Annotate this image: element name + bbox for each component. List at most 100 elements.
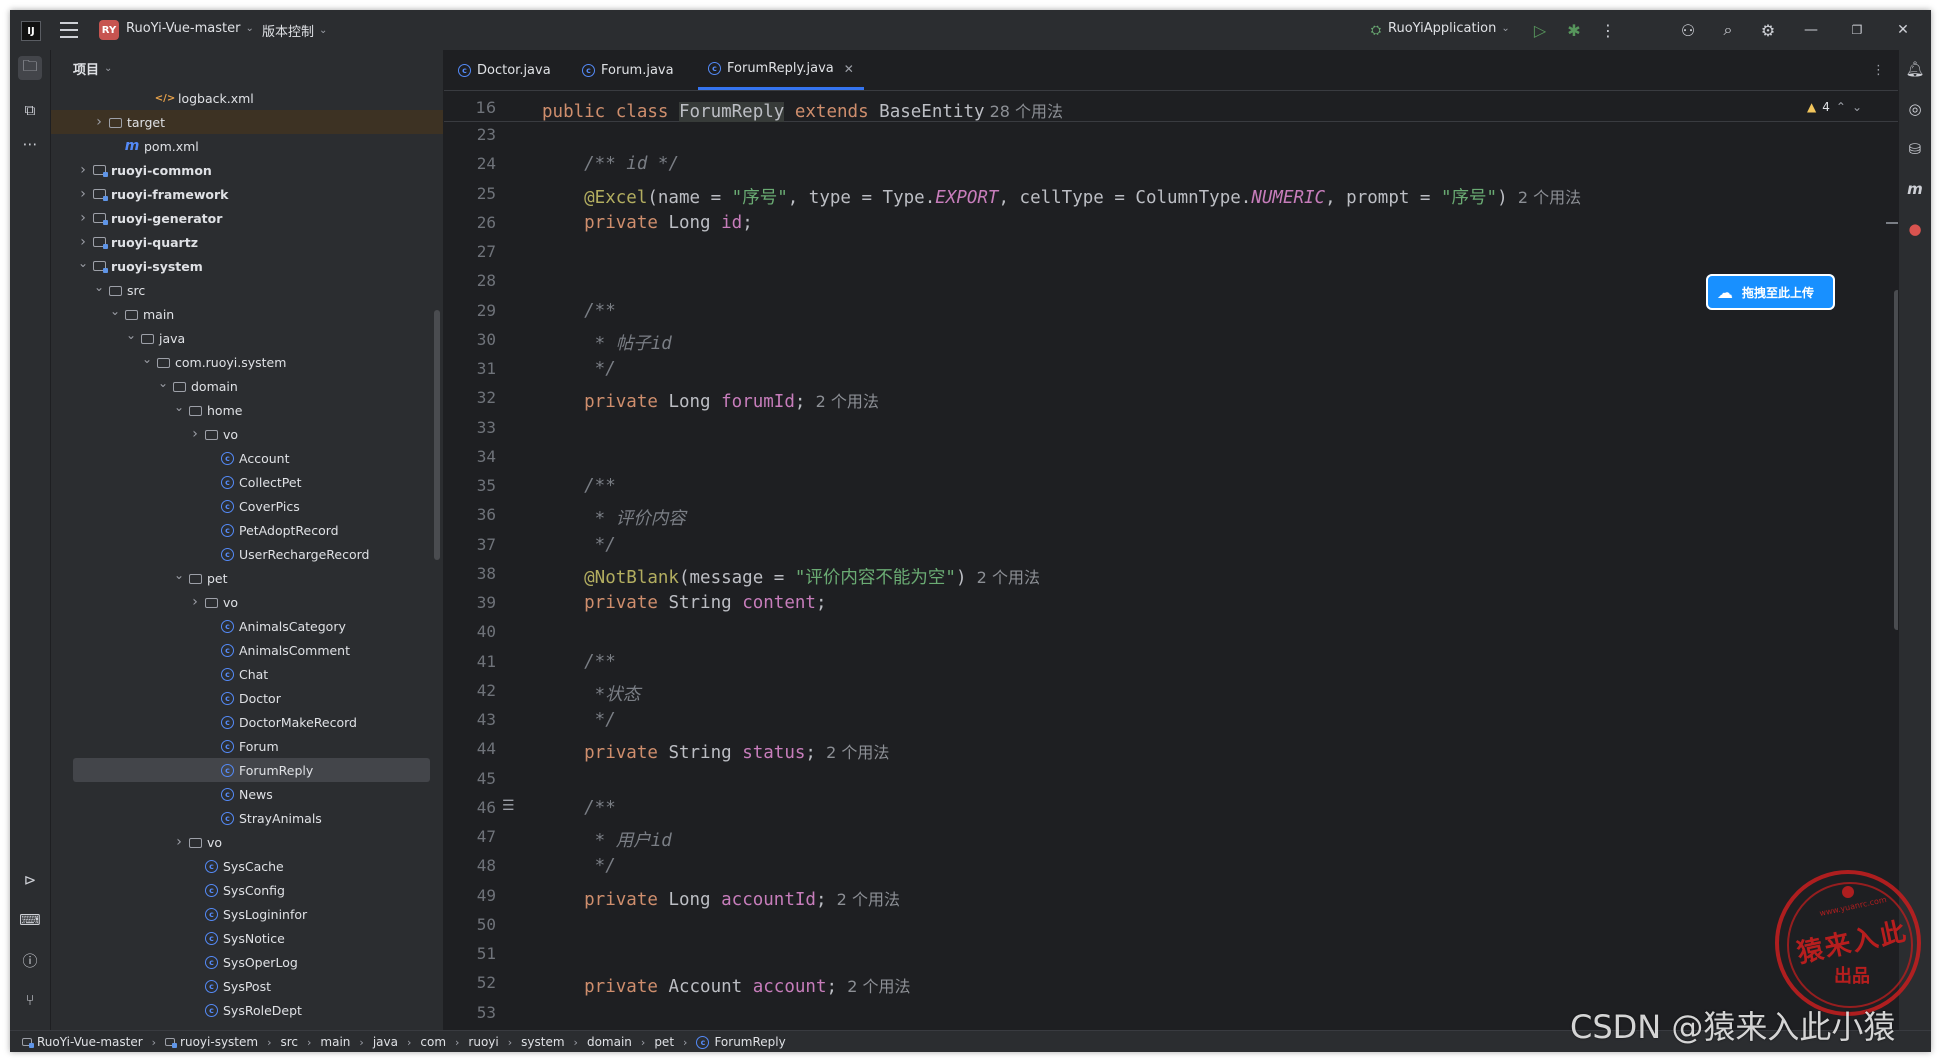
tree-item[interactable]: ⌄ src (51, 278, 443, 302)
tree-item[interactable]: c CoverPics (51, 494, 443, 518)
debug-icon[interactable]: ✱ (1564, 20, 1584, 40)
run-icon[interactable]: ▷ (1530, 20, 1550, 40)
upload-button[interactable]: ☁ 拖拽至此上传 (1706, 274, 1835, 310)
chevron-right-icon[interactable]: › (77, 186, 89, 202)
tree-item[interactable]: › ruoyi-quartz (51, 230, 443, 254)
code-line[interactable]: 29 /** (444, 297, 1898, 326)
tree-item[interactable]: c AnimalsCategory (51, 614, 443, 638)
chevron-down-icon[interactable]: ⌄ (173, 568, 185, 582)
plugin-bird-icon[interactable]: ● (1904, 218, 1926, 240)
code-line[interactable]: 43 */ (444, 706, 1898, 735)
doc-comment-icon[interactable]: ☰ (502, 798, 515, 814)
tree-item[interactable]: c CollectPet (51, 470, 443, 494)
run-config-selector[interactable]: RuoYiApplication ⌄ (1388, 21, 1510, 36)
code-line[interactable]: 44 private String status; 2 个用法 (444, 735, 1898, 764)
chevron-right-icon[interactable]: › (93, 114, 105, 130)
code-line[interactable]: 28 (444, 267, 1898, 296)
code-line[interactable]: 23 (444, 121, 1898, 150)
code-line[interactable]: 47 * 用户id (444, 823, 1898, 852)
tree-item[interactable]: c PetAdoptRecord (51, 518, 443, 542)
breadcrumb-item[interactable]: RuoYi-Vue-master (37, 1035, 143, 1049)
code-line[interactable]: 41 /** (444, 648, 1898, 677)
code-line[interactable]: 32 private Long forumId; 2 个用法 (444, 384, 1898, 413)
chevron-down-icon[interactable]: ⌄ (77, 256, 89, 270)
usage-hint[interactable]: 2 个用法 (805, 392, 879, 411)
more-actions-icon[interactable]: ⋮ (1598, 20, 1618, 40)
vcs-menu[interactable]: 版本控制 ⌄ (262, 21, 327, 40)
tree-item[interactable]: ⌄ pet (51, 566, 443, 590)
code-line[interactable]: 49 private Long accountId; 2 个用法 (444, 882, 1898, 911)
chevron-down-icon[interactable]: ⌄ (125, 328, 137, 342)
usage-hint[interactable]: 2 个用法 (1508, 188, 1581, 207)
tree-item[interactable]: › vo (51, 590, 443, 614)
search-icon[interactable]: ⌕ (1718, 20, 1738, 40)
close-tab-icon[interactable]: ✕ (844, 62, 854, 76)
tree-item[interactable]: › ruoyi-common (51, 158, 443, 182)
code-line[interactable]: 34 (444, 443, 1898, 472)
breadcrumb-item[interactable]: pet (654, 1035, 674, 1049)
code-line[interactable]: 25 @Excel(name = "序号", type = Type.EXPOR… (444, 180, 1898, 209)
breadcrumb-item[interactable]: com (420, 1035, 446, 1049)
structure-icon[interactable]: ⧉ (18, 98, 42, 122)
code-line[interactable]: 39 private String content; (444, 589, 1898, 618)
code-line[interactable]: 51 (444, 940, 1898, 969)
chevron-down-icon[interactable]: ⌄ (173, 400, 185, 414)
chevron-right-icon[interactable]: › (77, 234, 89, 250)
tree-item[interactable]: c AnimalsComment (51, 638, 443, 662)
services-icon[interactable]: ⊳ (18, 868, 42, 892)
tree-item[interactable]: c ForumReply (73, 758, 430, 782)
chevron-right-icon[interactable]: › (189, 594, 201, 610)
tree-item[interactable]: ⌄ java (51, 326, 443, 350)
chevron-down-icon[interactable]: ⌄ (141, 352, 153, 366)
usage-hint[interactable]: 28 个用法 (990, 102, 1063, 121)
tree-item[interactable]: c SysRoleDept (51, 998, 443, 1022)
breadcrumb-item[interactable]: ForumReply (714, 1035, 785, 1049)
code-line[interactable]: 35 /** (444, 472, 1898, 501)
ai-assistant-icon[interactable]: ◎ (1904, 98, 1926, 120)
breadcrumb-item[interactable]: ruoyi (468, 1035, 498, 1049)
chevron-right-icon[interactable]: › (189, 426, 201, 442)
user-add-icon[interactable]: ⚇ (1678, 20, 1698, 40)
breadcrumb-item[interactable]: ruoyi-system (180, 1035, 258, 1049)
git-icon[interactable]: ⑂ (18, 988, 42, 1012)
intellij-logo-icon[interactable]: IJ (21, 21, 41, 41)
code-line[interactable]: 46 ☰ /** (444, 794, 1898, 823)
tree-item[interactable]: › ruoyi-generator (51, 206, 443, 230)
tree-item[interactable]: m pom.xml (51, 134, 443, 158)
chevron-down-icon[interactable]: ⌄ (1852, 100, 1862, 114)
tree-item[interactable]: c SysCache (51, 854, 443, 878)
breadcrumb-item[interactable]: src (280, 1035, 298, 1049)
notifications-bell-icon[interactable]: 🔔︎ (1904, 58, 1926, 80)
code-line[interactable]: 24 /** id */ (444, 150, 1898, 179)
close-window-button[interactable]: ✕ (1892, 19, 1914, 41)
tab-doctor-java[interactable]: c Doctor.java (458, 50, 551, 90)
breadcrumb-item[interactable]: main (320, 1035, 350, 1049)
tree-item[interactable]: c Forum (51, 734, 443, 758)
more-tools-icon[interactable]: ⋯ (18, 132, 42, 156)
tree-item[interactable]: c StrayAnimals (51, 806, 443, 830)
code-line[interactable]: 45 (444, 765, 1898, 794)
project-scrollbar[interactable] (434, 310, 440, 560)
code-line[interactable]: 31 */ (444, 355, 1898, 384)
code-line[interactable]: 30 * 帖子id (444, 326, 1898, 355)
tree-item[interactable]: c Account (51, 446, 443, 470)
tree-item[interactable]: c UserRechargeRecord (51, 542, 443, 566)
code-line[interactable]: 50 (444, 911, 1898, 940)
tree-item[interactable]: c SysPost (51, 974, 443, 998)
terminal-icon[interactable]: ⌨ (18, 908, 42, 932)
tree-item[interactable]: ⌄ main (51, 302, 443, 326)
tree-item[interactable]: ⌄ domain (51, 374, 443, 398)
maven-icon[interactable]: m (1904, 178, 1926, 200)
minimize-button[interactable]: — (1800, 19, 1822, 41)
code-line[interactable]: 37 */ (444, 531, 1898, 560)
tree-item[interactable]: c DoctorMakeRecord (51, 710, 443, 734)
chevron-down-icon[interactable]: ⌄ (93, 280, 105, 294)
chevron-down-icon[interactable]: ⌄ (157, 376, 169, 390)
tab-forumreply-java[interactable]: c ForumReply.java ✕ (698, 50, 864, 90)
tab-options-icon[interactable]: ⋮ (1872, 50, 1885, 90)
code-line[interactable]: 48 */ (444, 852, 1898, 881)
chevron-right-icon[interactable]: › (77, 210, 89, 226)
code-line[interactable]: 52 private Account account; 2 个用法 (444, 969, 1898, 998)
tree-item[interactable]: c SysOperLog (51, 950, 443, 974)
tree-item[interactable]: </> logback.xml (51, 86, 443, 110)
